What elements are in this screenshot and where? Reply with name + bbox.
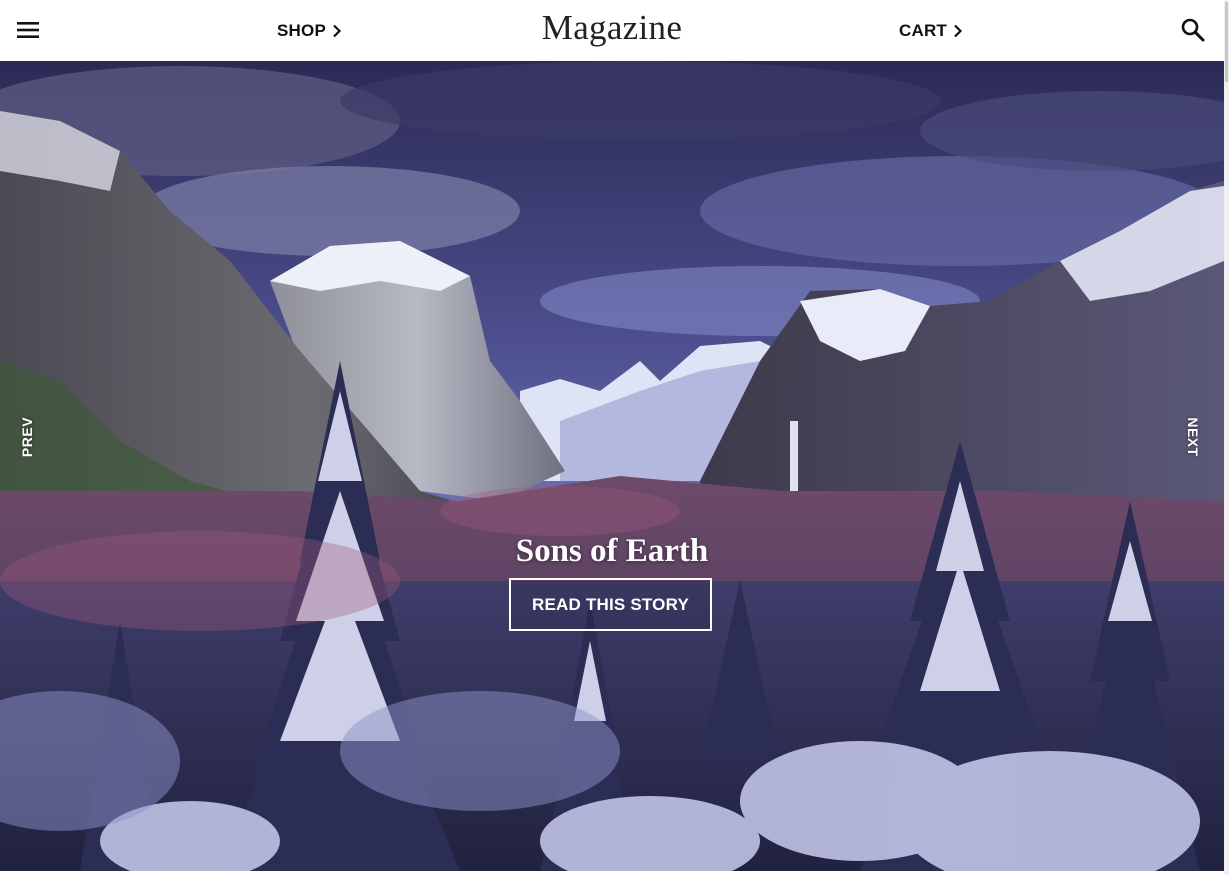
read-story-button[interactable]: READ THIS STORY <box>509 578 712 631</box>
cart-link[interactable]: CART <box>899 19 963 43</box>
scrollbar-thumb[interactable] <box>1225 2 1228 82</box>
hero-slide: PREV NEXT Sons of Earth READ THIS STORY <box>0 61 1224 871</box>
prev-button[interactable]: PREV <box>19 415 35 459</box>
story-title: Sons of Earth <box>515 533 709 569</box>
top-header: SHOP Magazine CART <box>0 0 1224 61</box>
chevron-right-icon <box>954 24 963 38</box>
bottom-edge <box>0 871 1224 875</box>
site-logo[interactable]: Magazine <box>0 8 1224 48</box>
search-icon <box>1181 18 1205 42</box>
scrollbar-track[interactable] <box>1224 0 1229 875</box>
hero-landscape-image <box>0 61 1224 871</box>
search-button[interactable] <box>1180 17 1206 43</box>
next-button[interactable]: NEXT <box>1185 415 1201 459</box>
cart-label: CART <box>899 21 948 40</box>
